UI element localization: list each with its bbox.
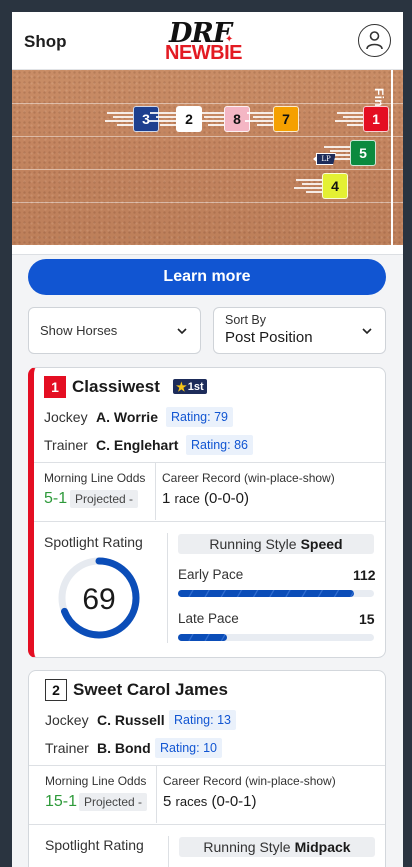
ml-odds-value: 5-1	[44, 490, 68, 507]
race-track: Finish 3287154 LP	[12, 70, 403, 245]
jockey-label: Jockey	[45, 712, 89, 728]
horse-card[interactable]: 2 Sweet Carol James Jockey C. Russell Ra…	[28, 670, 386, 867]
jockey-label: Jockey	[44, 409, 88, 425]
sort-by-value: Post Position	[225, 329, 313, 346]
chevron-down-icon	[177, 328, 187, 335]
finish-line	[391, 70, 393, 245]
career-record: 1 race (0-0-0)	[162, 490, 249, 507]
show-horses-label: Show Horses	[40, 323, 118, 338]
speed-trail	[103, 109, 133, 129]
logo-newbie-text: NEWBIE	[165, 42, 243, 64]
spotlight-label: Spotlight Rating	[44, 534, 143, 550]
jockey-rating: Rating: 79	[166, 407, 233, 427]
career-label: Career Record (win-place-show)	[163, 774, 336, 788]
star-icon: ★	[176, 379, 187, 394]
trainer-rating: Rating: 10	[155, 738, 222, 758]
early-pace-label: Early Pace	[178, 567, 244, 582]
career-record: 5 races (0-0-1)	[163, 793, 257, 810]
spotlight-gauge: 69	[58, 557, 140, 639]
speed-trail	[333, 109, 363, 129]
trainer-name[interactable]: B. Bond	[97, 740, 151, 756]
jockey-rating: Rating: 13	[169, 710, 236, 730]
drf-newbie-logo[interactable]: DRF ✦ NEWBIE	[165, 18, 249, 64]
early-pace-bar	[178, 590, 374, 597]
horse-name[interactable]: Classiwest	[72, 377, 160, 397]
learn-more-button[interactable]: Learn more	[28, 259, 386, 295]
lane-line	[12, 202, 403, 203]
ml-odds-label: Morning Line Odds	[44, 471, 146, 485]
app-frame: Shop DRF ✦ NEWBIE Finish 3287154 LP Lear…	[12, 12, 403, 867]
sort-by-select[interactable]: Sort By Post Position	[213, 307, 386, 354]
speed-trail	[146, 109, 176, 129]
lane-line	[12, 103, 403, 104]
horse-marker-4[interactable]: 4	[322, 173, 348, 199]
divider	[168, 836, 169, 867]
track-footer	[12, 245, 403, 255]
lane-line	[12, 136, 403, 137]
late-pace-bar	[178, 634, 374, 641]
running-style-value: Midpack	[294, 839, 351, 855]
lane-line	[12, 169, 403, 170]
running-style-value: Speed	[300, 536, 343, 552]
top-bar: Shop DRF ✦ NEWBIE	[12, 12, 403, 70]
spotlight-value: 69	[82, 583, 115, 616]
speed-trail	[292, 176, 322, 196]
divider	[29, 824, 385, 825]
horse-card[interactable]: 1 Classiwest ★ 1st Jockey A. Worrie Ratin…	[28, 367, 386, 658]
user-icon	[366, 31, 383, 50]
divider	[167, 533, 168, 643]
speed-trail	[243, 109, 273, 129]
running-style-box: Running Style Speed	[178, 534, 374, 554]
projected-badge: Projected -	[70, 490, 139, 508]
divider	[34, 521, 385, 522]
ml-odds-value: 15-1	[45, 793, 78, 810]
horse-marker-1[interactable]: 1	[363, 106, 389, 132]
trainer-name[interactable]: C. Englehart	[96, 437, 178, 453]
trainer-label: Trainer	[45, 740, 89, 756]
lp-flag: LP	[316, 153, 336, 165]
jockey-name[interactable]: A. Worrie	[96, 409, 158, 425]
profile-button[interactable]	[358, 24, 391, 57]
divider	[34, 462, 385, 463]
early-pace-value: 112	[353, 567, 376, 583]
chevron-down-icon	[362, 328, 372, 335]
divider	[156, 765, 157, 823]
early-pace-fill	[178, 590, 355, 597]
late-pace-fill	[178, 634, 227, 641]
divider	[155, 462, 156, 520]
jockey-name[interactable]: C. Russell	[97, 712, 165, 728]
spotlight-label: Spotlight Rating	[45, 837, 144, 853]
ml-odds-label: Morning Line Odds	[45, 774, 147, 788]
late-pace-label: Late Pace	[178, 611, 239, 626]
career-label: Career Record (win-place-show)	[162, 471, 335, 485]
running-style-box: Running Style Midpack	[179, 837, 375, 857]
late-pace-value: 15	[359, 611, 375, 627]
shop-link[interactable]: Shop	[24, 32, 67, 52]
post-number-badge: 2	[45, 679, 67, 701]
horse-marker-7[interactable]: 7	[273, 106, 299, 132]
horse-name[interactable]: Sweet Carol James	[73, 680, 228, 700]
trainer-label: Trainer	[44, 437, 88, 453]
trainer-rating: Rating: 86	[186, 435, 253, 455]
horse-marker-5[interactable]: 5	[350, 140, 376, 166]
show-horses-select[interactable]: Show Horses	[28, 307, 201, 354]
first-place-badge: ★ 1st	[173, 379, 207, 394]
speed-trail	[194, 109, 224, 129]
projected-badge: Projected -	[79, 793, 148, 811]
post-number-badge: 1	[44, 376, 66, 398]
sort-by-label: Sort By	[225, 313, 266, 327]
divider	[29, 765, 385, 766]
